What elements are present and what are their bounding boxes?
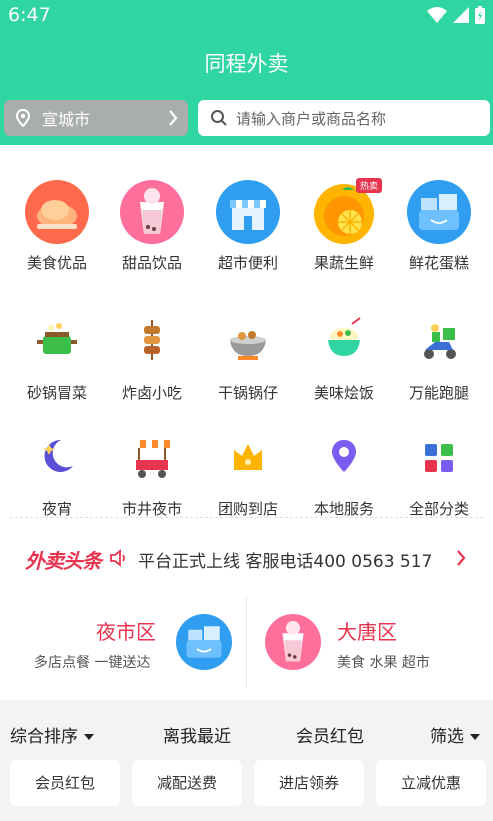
category-label: 市井夜市 <box>121 500 182 518</box>
news-brand: 外卖头条 <box>25 549 102 573</box>
grid-icon <box>407 426 471 490</box>
category-label: 夜宵 <box>41 500 72 518</box>
roast-chicken-icon <box>25 180 89 244</box>
clay-pot-icon <box>25 310 89 374</box>
bubble-tea-icon <box>265 614 321 670</box>
cake-box-icon <box>176 614 232 670</box>
search-icon <box>211 110 227 126</box>
category-label: 全部分类 <box>408 500 469 518</box>
wifi-icon <box>427 7 447 23</box>
location-pin-icon <box>312 426 376 490</box>
category-label: 本地服务 <box>313 500 374 518</box>
skewer-icon <box>120 310 184 374</box>
sort-member-redpacket[interactable]: 会员红包 <box>296 722 364 747</box>
promo-title: 大唐区 <box>337 620 397 644</box>
category-meishi[interactable]: 美食优品 <box>8 180 106 273</box>
category-label: 美食优品 <box>26 254 87 272</box>
city-selector[interactable]: 宣城市 <box>4 100 188 136</box>
category-shaguo[interactable]: 砂锅冒菜 <box>8 310 106 403</box>
category-all[interactable]: 全部分类 <box>390 426 488 519</box>
store-icon <box>216 180 280 244</box>
rice-bowl-icon <box>312 310 376 374</box>
chevron-right-icon <box>457 550 466 566</box>
search-input[interactable]: 请输入商户或商品名称 <box>198 100 490 136</box>
sort-comprehensive[interactable]: 综合排序 <box>10 722 94 747</box>
promo-title: 夜市区 <box>96 620 156 644</box>
bubble-tea-icon <box>120 180 184 244</box>
category-guoshu[interactable]: 热卖 果蔬生鲜 <box>295 178 393 273</box>
sort-label: 综合排序 <box>10 727 78 747</box>
status-time: 6:47 <box>8 4 51 26</box>
chip-member-redpacket[interactable]: 会员红包 <box>10 760 120 806</box>
divider <box>10 517 483 518</box>
category-label: 团购到店 <box>217 500 278 518</box>
category-label: 美味烩饭 <box>313 384 374 402</box>
category-label: 砂锅冒菜 <box>26 384 87 402</box>
food-stall-icon <box>120 426 184 490</box>
filter-label: 筛选 <box>430 727 464 747</box>
category-tuangou[interactable]: 团购到店 <box>199 426 297 519</box>
news-ticker[interactable]: 外卖头条 平台正式上线 客服电话400 0563 517 <box>0 540 493 576</box>
category-bendi[interactable]: 本地服务 <box>295 426 393 519</box>
orange-icon: 热卖 <box>312 178 382 244</box>
category-label: 干锅锅仔 <box>217 384 278 402</box>
category-zhalu[interactable]: 炸卤小吃 <box>103 310 201 403</box>
category-label: 甜品饮品 <box>121 254 182 272</box>
status-icons <box>427 6 485 24</box>
promo-subtitle: 多店点餐 一键送达 <box>34 655 151 671</box>
chip-reduce-delivery[interactable]: 减配送费 <box>132 760 242 806</box>
category-yexiao[interactable]: 夜宵 <box>8 426 106 519</box>
category-label: 果蔬生鲜 <box>313 254 374 272</box>
promo-card-datangqu[interactable]: 大唐区 美食 水果 超市 <box>247 594 493 690</box>
caret-down-icon <box>84 734 94 740</box>
category-chaoshi[interactable]: 超市便利 <box>199 180 297 273</box>
battery-icon <box>475 6 485 24</box>
moon-icon <box>25 426 89 490</box>
category-huifan[interactable]: 美味烩饭 <box>295 310 393 403</box>
city-name: 宣城市 <box>42 110 91 129</box>
category-yeshi[interactable]: 市井夜市 <box>103 426 201 519</box>
category-paotui[interactable]: 万能跑腿 <box>390 310 488 403</box>
signal-icon <box>453 7 469 23</box>
status-bar: 6:47 <box>0 0 493 30</box>
news-text: 平台正式上线 客服电话400 0563 517 <box>138 552 433 572</box>
chevron-right-icon <box>169 110 178 126</box>
crown-icon <box>216 426 280 490</box>
category-ganguo[interactable]: 干锅锅仔 <box>199 310 297 403</box>
category-label: 鲜花蛋糕 <box>408 254 469 272</box>
top-header: 6:47 同程外卖 宣城市 请输入商户或商品名称 <box>0 0 493 145</box>
caret-down-icon <box>470 734 480 740</box>
category-tianpin[interactable]: 甜品饮品 <box>103 180 201 273</box>
delivery-scooter-icon <box>407 310 471 374</box>
chip-instant-discount[interactable]: 立减优惠 <box>376 760 486 806</box>
promo-card-yeshiqu[interactable]: 夜市区 多店点餐 一键送达 <box>0 594 246 690</box>
page-title: 同程外卖 <box>204 52 289 76</box>
filter-button[interactable]: 筛选 <box>430 722 480 747</box>
location-pin-icon <box>15 109 31 127</box>
category-label: 万能跑腿 <box>408 384 469 402</box>
category-label: 超市便利 <box>217 254 278 272</box>
dry-pot-icon <box>216 310 280 374</box>
sort-nearest[interactable]: 离我最近 <box>163 722 231 747</box>
category-label: 炸卤小吃 <box>121 384 182 402</box>
speaker-icon <box>110 549 125 567</box>
cake-box-icon <box>407 180 471 244</box>
chip-store-coupon[interactable]: 进店领券 <box>254 760 364 806</box>
category-xianhua[interactable]: 鲜花蛋糕 <box>390 180 488 273</box>
promo-subtitle: 美食 水果 超市 <box>337 655 430 671</box>
search-placeholder: 请输入商户或商品名称 <box>236 109 387 128</box>
hot-badge: 热卖 <box>355 178 382 193</box>
